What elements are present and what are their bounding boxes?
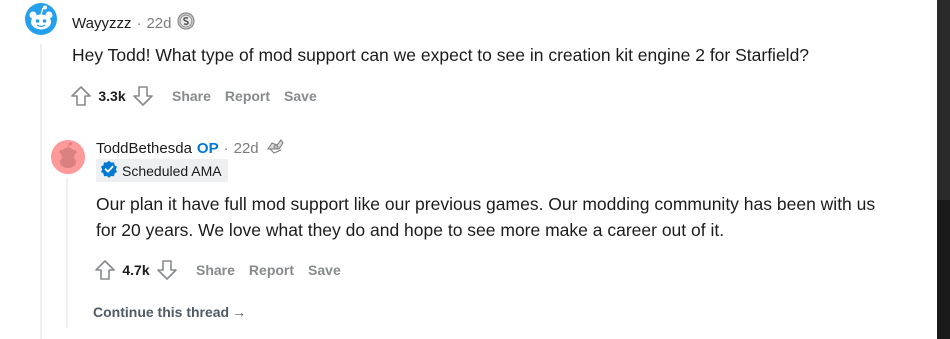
downvote-icon[interactable] — [154, 257, 180, 283]
continue-thread-label: Continue this thread — [93, 304, 230, 320]
comment-actions: 4.7k Share Report Save — [92, 257, 341, 283]
silver-coin-award-icon[interactable] — [177, 12, 196, 34]
vote-score: 4.7k — [122, 262, 150, 278]
page-background-edge — [937, 200, 950, 339]
downvote-icon[interactable] — [130, 83, 156, 109]
comment-card: Wayyzzz · 22d Hey Todd! What type of mod… — [0, 0, 937, 339]
upvote-icon[interactable] — [68, 83, 94, 109]
share-button[interactable]: Share — [172, 88, 211, 104]
op-badge: OP — [196, 139, 219, 157]
snoo-avatar-icon[interactable] — [24, 2, 58, 36]
comment-meta: Wayyzzz · 22d — [72, 12, 196, 34]
author-name[interactable]: ToddBethesda — [96, 140, 192, 157]
comment-actions: 3.3k Share Report Save — [68, 83, 317, 109]
page-background-edge — [937, 0, 950, 339]
comment-body: Hey Todd! What type of mod support can w… — [72, 45, 810, 65]
verified-check-icon — [100, 160, 118, 181]
report-button[interactable]: Report — [225, 88, 270, 104]
share-button[interactable]: Share — [196, 262, 235, 278]
comment-meta: ToddBethesda OP · 22d — [96, 137, 285, 159]
helpful-award-icon[interactable] — [265, 137, 285, 159]
thread-line[interactable] — [66, 178, 68, 328]
vote-score: 3.3k — [98, 88, 126, 104]
flair-label: Scheduled AMA — [122, 162, 222, 179]
snoo-avatar-icon[interactable] — [51, 140, 85, 174]
separator-dot: · — [136, 14, 142, 32]
author-name[interactable]: Wayyzzz — [72, 15, 131, 32]
save-button[interactable]: Save — [308, 262, 341, 278]
comment-thread-view: Wayyzzz · 22d Hey Todd! What type of mod… — [0, 0, 950, 339]
save-button[interactable]: Save — [284, 88, 317, 104]
report-button[interactable]: Report — [249, 262, 294, 278]
timestamp[interactable]: 22d — [234, 140, 259, 157]
timestamp[interactable]: 22d — [146, 15, 171, 32]
comment-body: Our plan it have full mod support like o… — [96, 194, 876, 240]
user-flair: Scheduled AMA — [96, 159, 228, 182]
thread-line[interactable] — [40, 44, 42, 339]
arrow-right-icon: → — [232, 304, 247, 320]
upvote-icon[interactable] — [92, 257, 118, 283]
separator-dot: · — [223, 139, 229, 157]
continue-thread-link[interactable]: Continue this thread → — [93, 304, 246, 320]
